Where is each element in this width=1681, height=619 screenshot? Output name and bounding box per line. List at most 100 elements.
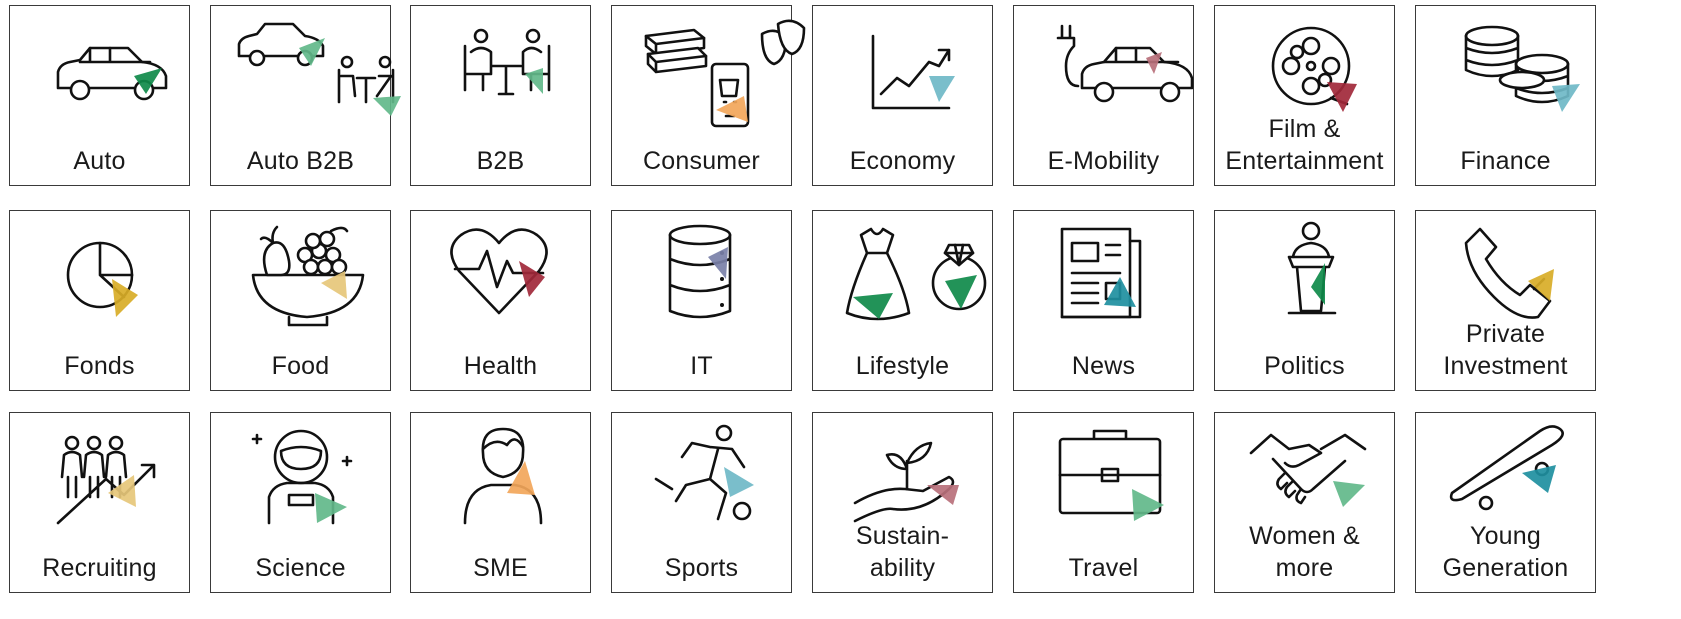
tile-label: Economy <box>813 145 992 177</box>
tile-label-line-2: Investment <box>1443 352 1568 380</box>
hand-plant-icon <box>813 413 992 531</box>
tile-label: IT <box>612 350 791 382</box>
pie-chart-icon <box>10 211 189 329</box>
tile-label-line-2: Generation <box>1442 554 1569 582</box>
tile-label-line-1: Food <box>271 352 330 380</box>
tile-label: Sustain-ability <box>813 520 992 584</box>
film-reel-icon <box>1215 6 1394 124</box>
tile-label: Travel <box>1014 552 1193 584</box>
newspaper-icon <box>1014 211 1193 329</box>
tile-label-line-1: Science <box>255 554 346 582</box>
tile-label: Auto <box>10 145 189 177</box>
tile-label: Food <box>211 350 390 382</box>
topic-tile[interactable]: Young Generation <box>1415 412 1596 593</box>
topic-tile[interactable]: Auto B2B <box>210 5 401 186</box>
fruit-bowl-icon <box>211 211 390 329</box>
tile-label: Health <box>411 350 590 382</box>
tile-label: Consumer <box>612 145 791 177</box>
tile-label-line-1: E-Mobility <box>1047 147 1160 175</box>
rising-chart-icon <box>813 6 992 124</box>
tile-label-line-1: Recruiting <box>42 554 157 582</box>
topic-tile[interactable]: News <box>1013 210 1194 391</box>
tile-label-line-1: Travel <box>1068 554 1139 582</box>
tile-label: B2B <box>411 145 590 177</box>
person-icon <box>411 413 590 531</box>
tile-label-line-1: Lifestyle <box>855 352 950 380</box>
topic-tile[interactable]: B2B <box>410 5 591 186</box>
tile-label-line-1: B2B <box>476 147 525 175</box>
tile-label-line-1: Fonds <box>64 352 135 380</box>
topic-tile[interactable]: Lifestyle <box>812 210 993 391</box>
tile-label-line-1: Young <box>1470 522 1541 550</box>
car-meeting-icon <box>211 6 401 124</box>
handshake-icon <box>1215 413 1394 531</box>
tile-label-line-1: Politics <box>1264 352 1345 380</box>
tile-label-line-1: Health <box>463 352 538 380</box>
topic-tile[interactable]: SME <box>410 412 591 593</box>
tile-label-line-2: more <box>1275 554 1334 582</box>
meeting-icon <box>411 6 590 124</box>
tile-label: Women & more <box>1215 520 1394 584</box>
tile-label: SME <box>411 552 590 584</box>
skateboard-icon <box>1416 413 1595 531</box>
tile-label: Politics <box>1215 350 1394 382</box>
topic-tile[interactable]: Women & more <box>1214 412 1395 593</box>
tile-label: Private Investment <box>1416 318 1595 382</box>
tile-label: Lifestyle <box>813 350 992 382</box>
topic-tile[interactable]: Health <box>410 210 591 391</box>
coin-stacks-icon <box>1416 6 1595 124</box>
tile-label-line-1: Sports <box>664 554 739 582</box>
tile-label-line-1: Private <box>1465 320 1546 348</box>
speaker-podium-icon <box>1215 211 1394 329</box>
electric-car-icon <box>1014 6 1194 124</box>
tile-label: News <box>1014 350 1193 382</box>
books-phone-masks-icon <box>612 6 806 128</box>
tile-label-line-1: Women & <box>1249 522 1360 550</box>
topic-tile[interactable]: Private Investment <box>1415 210 1596 391</box>
tile-label-line-1: IT <box>690 352 713 380</box>
topic-tile[interactable]: Recruiting <box>9 412 190 593</box>
people-growth-icon <box>10 413 189 531</box>
topic-tile[interactable]: Food <box>210 210 391 391</box>
tile-label-line-2: ability <box>869 554 936 582</box>
tile-label-line-1: Finance <box>1460 147 1551 175</box>
tile-label: Auto B2B <box>211 145 390 177</box>
dress-ring-icon <box>813 211 992 329</box>
tile-label-line-1: Sustain- <box>855 522 950 550</box>
topic-tile[interactable]: Fonds <box>9 210 190 391</box>
topic-tile[interactable]: Sports <box>611 412 792 593</box>
briefcase-icon <box>1014 413 1193 531</box>
topic-tile[interactable]: Finance <box>1415 5 1596 186</box>
tile-label-line-1: Film & <box>1268 115 1341 143</box>
database-icon <box>612 211 791 329</box>
tile-label-line-1: News <box>1071 352 1136 380</box>
tile-label-line-2: Entertainment <box>1225 147 1384 175</box>
topic-tile[interactable]: Sustain-ability <box>812 412 993 593</box>
tile-label: Young Generation <box>1416 520 1595 584</box>
telephone-icon <box>1416 211 1595 329</box>
car-icon <box>10 6 189 124</box>
topic-tile[interactable]: E-Mobility <box>1013 5 1194 186</box>
tile-label-line-1: Economy <box>849 147 956 175</box>
tile-label-line-1: Auto <box>73 147 126 175</box>
soccer-player-icon <box>612 413 791 531</box>
tile-label: Science <box>211 552 390 584</box>
topic-tile[interactable]: Auto <box>9 5 190 186</box>
tile-label-line-1: SME <box>473 554 528 582</box>
astronaut-icon <box>211 413 390 531</box>
tile-label-line-1: Consumer <box>643 147 760 175</box>
tile-label: Finance <box>1416 145 1595 177</box>
heartbeat-icon <box>411 211 590 329</box>
tile-label: Fonds <box>10 350 189 382</box>
topic-tile[interactable]: Economy <box>812 5 993 186</box>
topic-tile[interactable]: Consumer <box>611 5 806 186</box>
topic-tile[interactable]: Politics <box>1214 210 1395 391</box>
topic-tile[interactable]: Travel <box>1013 412 1194 593</box>
topic-tile[interactable]: Film & Entertainment <box>1214 5 1395 186</box>
tile-label: E-Mobility <box>1014 145 1193 177</box>
topic-tile[interactable]: Science <box>210 412 391 593</box>
tile-label: Recruiting <box>10 552 189 584</box>
topic-tile[interactable]: IT <box>611 210 792 391</box>
tile-label: Sports <box>612 552 791 584</box>
tile-label-line-1: Auto B2B <box>246 147 355 175</box>
